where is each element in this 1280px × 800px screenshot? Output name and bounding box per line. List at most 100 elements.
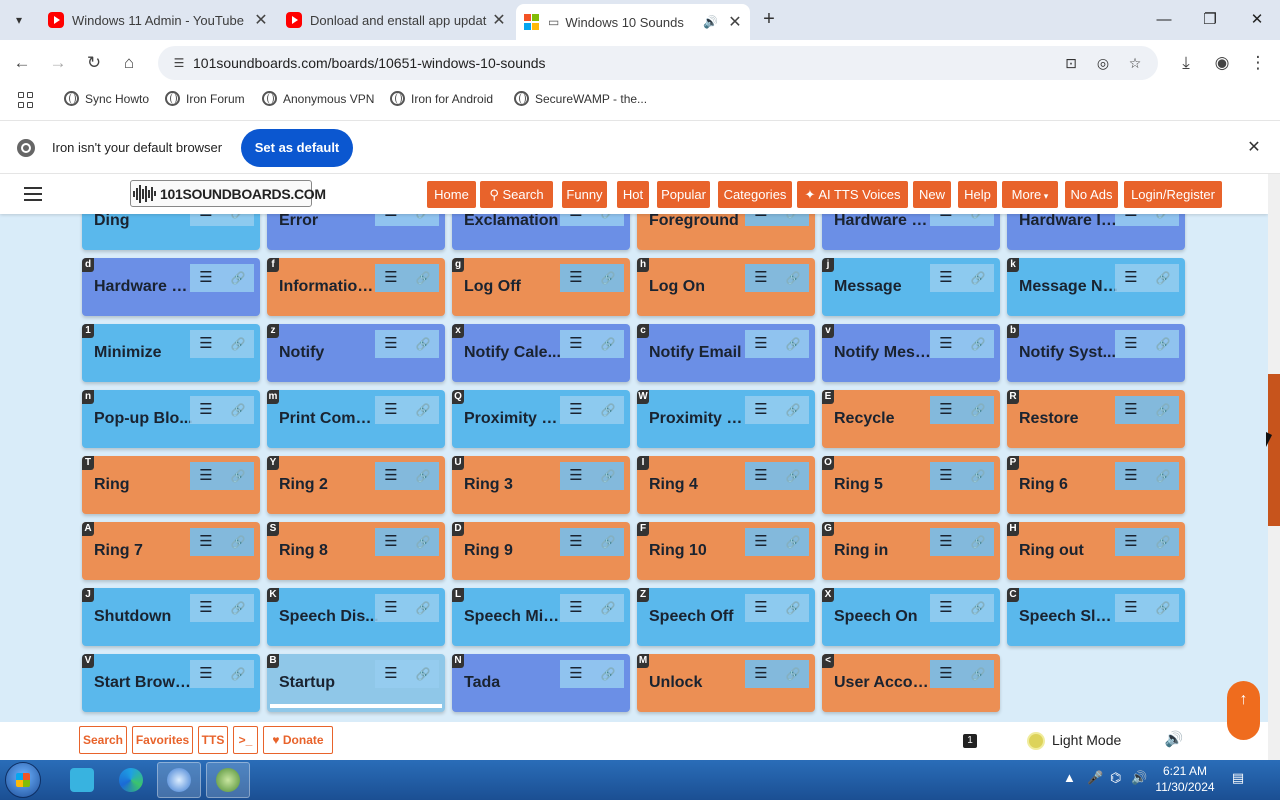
link-icon[interactable]: 🔗 — [407, 528, 439, 556]
sound-button[interactable]: X Speech On ☰ 🔗 — [822, 588, 1000, 646]
link-icon[interactable]: 🔗 — [777, 264, 809, 292]
sound-button[interactable]: I Ring 4 ☰ 🔗 — [637, 456, 815, 514]
sound-menu-icon[interactable]: ☰ — [745, 594, 777, 622]
sound-button[interactable]: 1 Minimize ☰ 🔗 — [82, 324, 260, 382]
install-app-icon[interactable]: ⊡ — [1062, 54, 1080, 72]
sound-menu-icon[interactable]: ☰ — [560, 594, 592, 622]
sound-button[interactable]: m Print Compl... ☰ 🔗 — [267, 390, 445, 448]
sound-menu-icon[interactable]: ☰ — [930, 528, 962, 556]
sound-menu-icon[interactable]: ☰ — [190, 528, 222, 556]
sound-button[interactable]: U Ring 3 ☰ 🔗 — [452, 456, 630, 514]
page-badge[interactable]: 1 — [963, 734, 977, 748]
sun-icon[interactable] — [1029, 734, 1043, 748]
scrollbar-thumb[interactable] — [1268, 374, 1280, 526]
link-icon[interactable]: 🔗 — [592, 594, 624, 622]
sound-button[interactable]: P Ring 6 ☰ 🔗 — [1007, 456, 1185, 514]
sound-menu-icon[interactable]: ☰ — [560, 462, 592, 490]
sound-menu-icon[interactable]: ☰ — [930, 330, 962, 358]
sound-menu-icon[interactable]: ☰ — [375, 660, 407, 688]
sound-menu-icon[interactable]: ☰ — [375, 462, 407, 490]
sound-button[interactable]: < User Accou... ☰ 🔗 — [822, 654, 1000, 712]
terminal-button[interactable]: >_ — [233, 726, 258, 754]
apps-icon[interactable] — [17, 91, 35, 109]
microphone-icon[interactable]: 🎤 — [1087, 770, 1103, 786]
url-text[interactable]: 101soundboards.com/boards/10651-windows-… — [193, 55, 546, 71]
site-logo[interactable]: 101SOUNDBOARDS.COM — [130, 180, 326, 207]
sound-button[interactable]: J Shutdown ☰ 🔗 — [82, 588, 260, 646]
sound-button[interactable]: H Ring out ☰ 🔗 — [1007, 522, 1185, 580]
nav-hot[interactable]: Hot — [617, 181, 649, 208]
sound-button[interactable]: W Proximity N... ☰ 🔗 — [637, 390, 815, 448]
sound-menu-icon[interactable]: ☰ — [560, 264, 592, 292]
sound-menu-icon[interactable]: ☰ — [930, 660, 962, 688]
sound-menu-icon[interactable]: ☰ — [745, 330, 777, 358]
sound-button[interactable]: S Ring 8 ☰ 🔗 — [267, 522, 445, 580]
sound-menu-icon[interactable]: ☰ — [190, 462, 222, 490]
sound-button[interactable]: Y Ring 2 ☰ 🔗 — [267, 456, 445, 514]
close-infobar-icon[interactable]: ✕ — [1244, 138, 1264, 158]
downloads-icon[interactable]: ⤓ — [1174, 51, 1198, 75]
sound-button[interactable]: Z Speech Off ☰ 🔗 — [637, 588, 815, 646]
sound-menu-icon[interactable]: ☰ — [375, 330, 407, 358]
tts-button[interactable]: TTS — [198, 726, 228, 754]
sound-menu-icon[interactable]: ☰ — [190, 330, 222, 358]
home-button[interactable]: ⌂ — [117, 51, 141, 75]
site-info-icon[interactable]: ☰ — [170, 54, 188, 72]
sound-button[interactable]: A Ring 7 ☰ 🔗 — [82, 522, 260, 580]
sound-button[interactable]: D Ring 9 ☰ 🔗 — [452, 522, 630, 580]
link-icon[interactable]: 🔗 — [222, 660, 254, 688]
restore-window-button[interactable]: ❐ — [1198, 8, 1222, 32]
taskbar-app-icon[interactable] — [60, 762, 104, 798]
sound-button[interactable]: h Log On ☰ 🔗 — [637, 258, 815, 316]
sound-menu-icon[interactable]: ☰ — [1115, 396, 1147, 424]
link-icon[interactable]: 🔗 — [1147, 396, 1179, 424]
link-icon[interactable]: 🔗 — [222, 264, 254, 292]
sound-button[interactable]: M Unlock ☰ 🔗 — [637, 654, 815, 712]
tab-download[interactable]: Donload and enstall app updat ✕ — [286, 6, 508, 34]
sound-menu-icon[interactable]: ☰ — [745, 264, 777, 292]
link-icon[interactable]: 🔗 — [1147, 462, 1179, 490]
minimize-window-button[interactable]: — — [1152, 8, 1176, 32]
link-icon[interactable]: 🔗 — [1147, 264, 1179, 292]
sound-menu-icon[interactable]: ☰ — [1115, 462, 1147, 490]
link-icon[interactable]: 🔗 — [407, 594, 439, 622]
sound-menu-icon[interactable]: ☰ — [930, 462, 962, 490]
sound-button[interactable]: c Notify Email ☰ 🔗 — [637, 324, 815, 382]
sound-button[interactable]: n Pop-up Blo... ☰ 🔗 — [82, 390, 260, 448]
sound-button[interactable]: j Message ☰ 🔗 — [822, 258, 1000, 316]
tab-search-button[interactable]: ▾ — [8, 9, 30, 31]
forward-button[interactable]: → — [46, 51, 70, 75]
nav-funny[interactable]: Funny — [562, 181, 607, 208]
profile-icon[interactable]: ◉ — [1210, 51, 1234, 75]
set-as-default-button[interactable]: Set as default — [241, 129, 353, 167]
link-icon[interactable]: 🔗 — [777, 462, 809, 490]
sound-menu-icon[interactable]: ☰ — [930, 396, 962, 424]
sound-menu-icon[interactable]: ☰ — [745, 660, 777, 688]
nav-help[interactable]: Help — [958, 181, 997, 208]
link-icon[interactable]: 🔗 — [1147, 330, 1179, 358]
taskbar-iron-browser[interactable] — [157, 762, 201, 798]
reload-button[interactable]: ↻ — [82, 51, 106, 75]
sound-button[interactable]: F Ring 10 ☰ 🔗 — [637, 522, 815, 580]
close-tab-icon[interactable]: ✕ — [726, 12, 744, 32]
link-icon[interactable]: 🔗 — [1147, 594, 1179, 622]
hamburger-menu-icon[interactable] — [24, 187, 42, 201]
sound-menu-icon[interactable]: ☰ — [375, 528, 407, 556]
light-mode-toggle[interactable]: Light Mode — [1052, 732, 1121, 748]
link-icon[interactable]: 🔗 — [407, 660, 439, 688]
clock[interactable]: 6:21 AM 11/30/2024 — [1150, 763, 1220, 795]
link-icon[interactable]: 🔗 — [962, 330, 994, 358]
link-icon[interactable]: 🔗 — [962, 660, 994, 688]
nav-ai-tts-voices[interactable]: ✦ AI TTS Voices — [797, 181, 908, 208]
link-icon[interactable]: 🔗 — [962, 264, 994, 292]
link-icon[interactable]: 🔗 — [962, 462, 994, 490]
volume-icon[interactable]: 🔊 — [1164, 730, 1184, 750]
link-icon[interactable]: 🔗 — [962, 528, 994, 556]
menu-icon[interactable]: ⋮ — [1246, 51, 1270, 75]
sound-menu-icon[interactable]: ☰ — [375, 264, 407, 292]
new-tab-button[interactable]: + — [758, 9, 780, 31]
sound-menu-icon[interactable]: ☰ — [560, 330, 592, 358]
sound-button[interactable]: C Speech Sleep ☰ 🔗 — [1007, 588, 1185, 646]
nav-more[interactable]: More ▾ — [1002, 181, 1058, 208]
eye-slash-icon[interactable]: ◎ — [1094, 54, 1112, 72]
